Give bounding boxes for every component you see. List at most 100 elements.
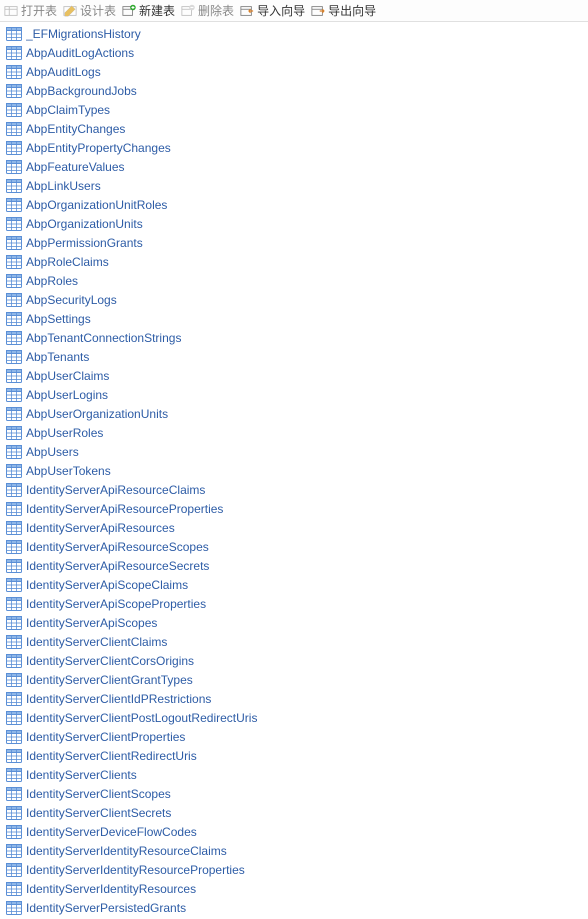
table-row[interactable]: IdentityServerApiScopes xyxy=(0,613,588,632)
table-row[interactable]: IdentityServerIdentityResourceClaims xyxy=(0,841,588,860)
table-icon xyxy=(6,293,22,307)
table-row[interactable]: IdentityServerClientScopes xyxy=(0,784,588,803)
table-row[interactable]: IdentityServerClients xyxy=(0,765,588,784)
table-row[interactable]: AbpPermissionGrants xyxy=(0,233,588,252)
table-row[interactable]: AbpUserClaims xyxy=(0,366,588,385)
table-row[interactable]: IdentityServerClientSecrets xyxy=(0,803,588,822)
table-name: AbpAuditLogs xyxy=(26,65,101,79)
table-row[interactable]: IdentityServerClientProperties xyxy=(0,727,588,746)
table-name: AbpRoles xyxy=(26,274,78,288)
table-row[interactable]: AbpTenantConnectionStrings xyxy=(0,328,588,347)
table-row[interactable]: AbpLinkUsers xyxy=(0,176,588,195)
table-icon xyxy=(6,331,22,345)
table-row[interactable]: AbpBackgroundJobs xyxy=(0,81,588,100)
table-row[interactable]: AbpEntityPropertyChanges xyxy=(0,138,588,157)
table-row[interactable]: IdentityServerDeviceFlowCodes xyxy=(0,822,588,841)
table-name: AbpAuditLogActions xyxy=(26,46,134,60)
table-row[interactable]: IdentityServerPersistedGrants xyxy=(0,898,588,917)
table-name: IdentityServerIdentityResources xyxy=(26,882,196,896)
table-name: AbpUserLogins xyxy=(26,388,108,402)
table-row[interactable]: AbpAuditLogActions xyxy=(0,43,588,62)
table-row[interactable]: AbpUserRoles xyxy=(0,423,588,442)
table-open-icon xyxy=(4,4,18,18)
table-row[interactable]: IdentityServerApiResourceClaims xyxy=(0,480,588,499)
open-table-button[interactable]: 打开表 xyxy=(4,2,57,19)
table-icon xyxy=(6,103,22,117)
table-row[interactable]: AbpFeatureValues xyxy=(0,157,588,176)
table-row[interactable]: IdentityServerClientPostLogoutRedirectUr… xyxy=(0,708,588,727)
table-row[interactable]: IdentityServerClientIdPRestrictions xyxy=(0,689,588,708)
table-name: IdentityServerClients xyxy=(26,768,137,782)
table-row[interactable]: IdentityServerApiScopeProperties xyxy=(0,594,588,613)
delete-table-button[interactable]: 删除表 xyxy=(181,2,234,19)
table-name: IdentityServerClientCorsOrigins xyxy=(26,654,194,668)
table-name: IdentityServerApiScopeProperties xyxy=(26,597,206,611)
new-table-icon xyxy=(122,4,136,18)
table-row[interactable]: IdentityServerClientClaims xyxy=(0,632,588,651)
table-name: IdentityServerApiScopeClaims xyxy=(26,578,188,592)
table-row[interactable]: IdentityServerApiResourceSecrets xyxy=(0,556,588,575)
table-row[interactable]: AbpUsers xyxy=(0,442,588,461)
table-row[interactable]: IdentityServerIdentityResources xyxy=(0,879,588,898)
table-row[interactable]: AbpUserOrganizationUnits xyxy=(0,404,588,423)
table-name: IdentityServerClientSecrets xyxy=(26,806,171,820)
table-name: IdentityServerApiResourceScopes xyxy=(26,540,209,554)
table-icon xyxy=(6,844,22,858)
table-row[interactable]: IdentityServerApiResourceProperties xyxy=(0,499,588,518)
import-wizard-button[interactable]: 导入向导 xyxy=(240,2,305,19)
table-icon xyxy=(6,673,22,687)
table-name: IdentityServerClientIdPRestrictions xyxy=(26,692,211,706)
table-row[interactable]: AbpOrganizationUnits xyxy=(0,214,588,233)
table-icon xyxy=(6,445,22,459)
table-row[interactable]: AbpRoles xyxy=(0,271,588,290)
table-row[interactable]: AbpTenants xyxy=(0,347,588,366)
table-name: AbpLinkUsers xyxy=(26,179,101,193)
table-row[interactable]: IdentityServerClientCorsOrigins xyxy=(0,651,588,670)
table-icon xyxy=(6,46,22,60)
table-row[interactable]: AbpEntityChanges xyxy=(0,119,588,138)
table-icon xyxy=(6,654,22,668)
open-table-label: 打开表 xyxy=(21,2,57,19)
table-row[interactable]: IdentityServerClientGrantTypes xyxy=(0,670,588,689)
table-icon xyxy=(6,255,22,269)
table-icon xyxy=(6,597,22,611)
table-icon xyxy=(6,464,22,478)
table-icon xyxy=(6,882,22,896)
table-icon xyxy=(6,787,22,801)
table-name: AbpUserOrganizationUnits xyxy=(26,407,168,421)
export-wizard-label: 导出向导 xyxy=(328,2,376,19)
table-row[interactable]: AbpRoleClaims xyxy=(0,252,588,271)
table-row[interactable]: AbpSecurityLogs xyxy=(0,290,588,309)
table-icon xyxy=(6,350,22,364)
table-icon xyxy=(6,521,22,535)
table-icon xyxy=(6,901,22,915)
table-row[interactable]: IdentityServerApiScopeClaims xyxy=(0,575,588,594)
table-name: AbpTenants xyxy=(26,350,89,364)
table-icon xyxy=(6,179,22,193)
table-icon xyxy=(6,65,22,79)
table-row[interactable]: AbpOrganizationUnitRoles xyxy=(0,195,588,214)
table-row[interactable]: AbpUserTokens xyxy=(0,461,588,480)
table-icon xyxy=(6,27,22,41)
table-row[interactable]: AbpUserLogins xyxy=(0,385,588,404)
table-row[interactable]: AbpSettings xyxy=(0,309,588,328)
table-row[interactable]: AbpClaimTypes xyxy=(0,100,588,119)
table-row[interactable]: _EFMigrationsHistory xyxy=(0,24,588,43)
table-icon xyxy=(6,312,22,326)
table-icon xyxy=(6,806,22,820)
table-row[interactable]: AbpAuditLogs xyxy=(0,62,588,81)
table-icon xyxy=(6,369,22,383)
table-row[interactable]: IdentityServerIdentityResourceProperties xyxy=(0,860,588,879)
table-row[interactable]: IdentityServerClientRedirectUris xyxy=(0,746,588,765)
table-row[interactable]: IdentityServerApiResources xyxy=(0,518,588,537)
design-table-button[interactable]: 设计表 xyxy=(63,2,116,19)
table-icon xyxy=(6,160,22,174)
export-wizard-button[interactable]: 导出向导 xyxy=(311,2,376,19)
table-row[interactable]: IdentityServerApiResourceScopes xyxy=(0,537,588,556)
import-wizard-label: 导入向导 xyxy=(257,2,305,19)
table-icon xyxy=(6,692,22,706)
toolbar: 打开表 设计表 新建表 xyxy=(0,0,588,22)
table-name: IdentityServerClientGrantTypes xyxy=(26,673,193,687)
table-icon xyxy=(6,730,22,744)
new-table-button[interactable]: 新建表 xyxy=(122,2,175,19)
